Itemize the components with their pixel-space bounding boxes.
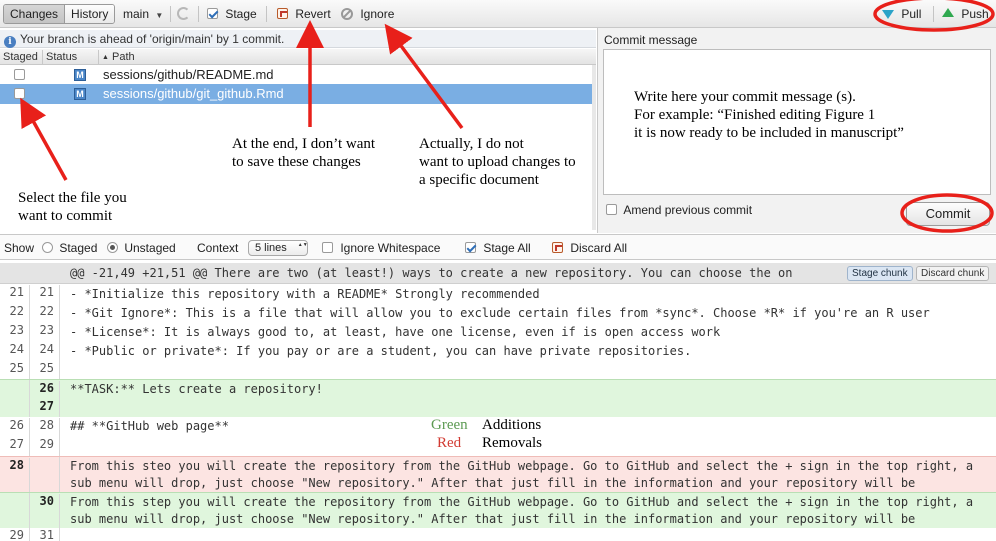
commit-message-label: Commit message <box>604 33 698 47</box>
select-file-annotation: Select the file you want to commit <box>18 190 127 224</box>
diff-line[interactable]: 21 21 - *Initialize this repository with … <box>0 285 996 304</box>
discard-chunk-button[interactable]: Discard chunk <box>916 266 990 281</box>
context-select[interactable]: 5 lines <box>248 239 308 256</box>
legend-green-desc: Additions <box>482 417 542 433</box>
branch-name: main <box>123 7 150 21</box>
diff-line[interactable]: 23 23 - *License*: It is always good to, … <box>0 323 996 342</box>
diff-line[interactable]: 22 22 - *Git Ignore*: This is a file that… <box>0 304 996 323</box>
stage-label: Stage <box>225 7 257 21</box>
file-path: sessions/github/git_github.Rmd <box>103 86 284 101</box>
ignore-whitespace-option[interactable]: Ignore Whitespace <box>322 240 440 256</box>
diff-line[interactable]: 29 31 <box>0 528 996 541</box>
pull-button[interactable]: Pull <box>882 5 921 23</box>
stage-chunk-button[interactable]: Stage chunk <box>847 266 913 281</box>
ignore-button[interactable]: Ignore <box>341 5 394 23</box>
changes-tab[interactable]: Changes <box>4 5 65 23</box>
history-tab[interactable]: History <box>64 5 115 23</box>
modified-status-icon: M <box>74 88 86 100</box>
discard-icon <box>552 242 563 253</box>
file-row-selected[interactable]: M sessions/github/git_github.Rmd <box>0 84 592 104</box>
view-switch: Changes History <box>3 4 116 24</box>
branch-status-text: Your branch is ahead of 'origin/main' by… <box>20 32 285 46</box>
show-label: Show <box>4 241 35 255</box>
unstaged-radio[interactable] <box>107 242 118 253</box>
ignore-annotation: Actually, I do not want to upload change… <box>419 136 576 188</box>
file-row[interactable]: M sessions/github/README.md <box>0 65 592 85</box>
col-path[interactable]: ▲ Path <box>102 49 135 66</box>
pull-arrow-icon <box>882 10 894 19</box>
legend-green: Green <box>431 417 468 433</box>
file-list-header: Staged Status ▲ Path <box>0 49 596 65</box>
commit-button[interactable]: Commit <box>906 202 990 226</box>
staged-radio[interactable] <box>42 242 53 253</box>
legend-red: Red <box>437 435 462 451</box>
ignore-label: Ignore <box>360 7 395 21</box>
diff-line[interactable]: 24 24 - *Public or private*: If you pay o… <box>0 342 996 361</box>
chunk-header-text: @@ -21,49 +21,51 @@ There are two (at le… <box>70 266 793 280</box>
diff-chunk-header: @@ -21,49 +21,51 @@ There are two (at le… <box>0 263 996 284</box>
legend-red-desc: Removals <box>482 435 542 451</box>
diff-line[interactable]: 25 25 <box>0 361 996 379</box>
stage-checkbox-icon <box>207 8 218 19</box>
diff-line-added[interactable]: 27 <box>0 399 996 417</box>
diff-line-removed[interactable]: 28 From this steo you will create the re… <box>0 456 996 507</box>
modified-status-icon: M <box>74 69 86 81</box>
staged-checkbox[interactable] <box>14 69 25 80</box>
push-button[interactable]: Push <box>942 5 989 23</box>
show-unstaged-option[interactable]: Unstaged <box>107 240 176 256</box>
info-icon: i <box>4 36 16 48</box>
file-path: sessions/github/README.md <box>103 67 274 82</box>
amend-checkbox[interactable] <box>606 204 617 215</box>
refresh-icon <box>177 7 190 20</box>
push-arrow-icon <box>942 8 954 17</box>
refresh-button[interactable] <box>177 5 190 23</box>
revert-button[interactable]: Revert <box>277 5 331 23</box>
col-status[interactable]: Status <box>46 49 77 65</box>
revert-label: Revert <box>295 7 331 21</box>
chevron-down-icon: ▼ <box>155 11 164 20</box>
context-select-value[interactable]: 5 lines <box>248 240 308 256</box>
file-list-scrollbar[interactable] <box>592 65 596 230</box>
revert-icon <box>277 8 288 19</box>
col-staged[interactable]: Staged <box>3 49 38 65</box>
diff-line-added[interactable]: 26 **TASK:** Lets create a repository! <box>0 379 996 400</box>
commit-pane: Commit message Write here your commit me… <box>597 28 996 233</box>
commit-message-input[interactable]: Write here your commit message (s). For … <box>603 49 991 195</box>
discard-all-button[interactable]: Discard All <box>552 240 627 256</box>
stage-all-option[interactable]: Stage All <box>465 240 531 256</box>
context-label: Context <box>197 241 239 255</box>
commit-message-text: Write here your commit message (s). For … <box>634 89 904 141</box>
sort-up-icon: ▲ <box>102 54 109 61</box>
stage-toggle[interactable]: Stage <box>207 5 257 23</box>
git-toolbar: Changes History main ▼ Stage Revert Igno… <box>0 0 996 28</box>
diff-line-added[interactable]: 30 From this step you will create the re… <box>0 492 996 541</box>
branch-status-bar: i Your branch is ahead of 'origin/main' b… <box>0 30 596 48</box>
stage-all-checkbox[interactable] <box>465 242 476 253</box>
push-label: Push <box>961 7 989 21</box>
ignore-whitespace-checkbox[interactable] <box>322 242 333 253</box>
pull-label: Pull <box>901 7 922 21</box>
show-staged-option[interactable]: Staged <box>42 240 97 256</box>
select-file-arrow <box>20 97 68 181</box>
staged-checkbox[interactable] <box>14 88 25 99</box>
ignore-icon <box>341 8 353 20</box>
amend-label: Amend previous commit <box>623 203 753 217</box>
diff-options-bar: Show Staged Unstaged Context 5 lines Ign… <box>0 234 996 260</box>
revert-annotation: At the end, I don’t want to save these c… <box>232 136 376 170</box>
amend-toggle[interactable]: Amend previous commit <box>606 203 752 217</box>
branch-selector[interactable]: main ▼ <box>123 5 163 23</box>
